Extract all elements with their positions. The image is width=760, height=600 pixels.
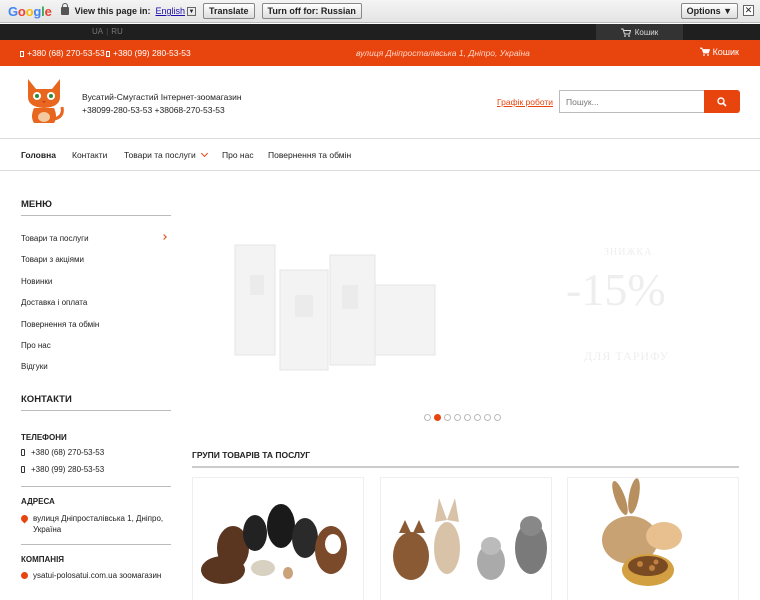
location-pin-icon	[19, 513, 30, 524]
nav-products[interactable]: Товари та послуги	[124, 149, 208, 160]
menu-item-products[interactable]: Товари та послуги	[21, 234, 89, 243]
cats-image	[393, 498, 547, 580]
chevron-down-icon[interactable]: ▼	[187, 6, 197, 16]
slider-dot[interactable]	[434, 414, 441, 421]
banner-bottom-text: ДЛЯ ТАРИФУ	[584, 349, 670, 363]
nav-returns[interactable]: Повернення та обмін	[268, 150, 351, 160]
groups-title: ГРУПИ ТОВАРІВ ТА ПОСЛУГ	[192, 450, 311, 460]
slider-dot[interactable]	[464, 414, 471, 421]
cart-button[interactable]: Кошик	[699, 47, 739, 57]
company-title: КОМПАНІЯ	[21, 555, 65, 564]
address-title: АДРЕСА	[21, 497, 55, 506]
cart-icon	[699, 47, 710, 56]
menu-item-about[interactable]: Про нас	[21, 341, 51, 350]
divider	[0, 170, 760, 171]
slider-dot[interactable]	[444, 414, 451, 421]
sidebar-address: вулиця Дніпросталівська 1, Дніпро, Украї…	[19, 513, 171, 535]
banner-top-text: ЗНИЖКА	[604, 247, 653, 258]
cart-label: Кошик	[712, 47, 739, 57]
nav-home[interactable]: Головна	[21, 150, 56, 160]
divider	[192, 466, 739, 468]
slider-dot[interactable]	[424, 414, 431, 421]
menu-title: МЕНЮ	[21, 199, 52, 210]
sidebar-phone-2[interactable]: +380 (99) 280-53-53	[21, 465, 104, 474]
divider	[0, 138, 760, 139]
language-select[interactable]: English	[155, 6, 185, 16]
close-icon[interactable]: ✕	[743, 5, 754, 16]
options-button[interactable]: Options ▼	[680, 3, 738, 19]
slider-dot[interactable]	[474, 414, 481, 421]
banner-discount: -15%	[566, 264, 666, 315]
slider-dot[interactable]	[484, 414, 491, 421]
rodents-image	[602, 478, 682, 586]
chevron-right-icon	[161, 234, 167, 240]
translate-prompt: View this page in:	[74, 6, 151, 16]
divider	[21, 544, 171, 545]
shop-name: Вусатий-Смугастий Інтернет-зоомагазин +3…	[82, 92, 242, 115]
menu-item-reviews[interactable]: Відгуки	[21, 362, 48, 371]
nav-products-label: Товари та послуги	[124, 150, 196, 160]
slider-dots	[424, 414, 501, 421]
phone-icon	[21, 449, 25, 457]
menu-item-returns[interactable]: Повернення та обмін	[21, 320, 99, 329]
slider-dot[interactable]	[454, 414, 461, 421]
language-switch: UA | RU	[92, 27, 123, 36]
lock-icon	[60, 3, 69, 15]
phone-icon	[106, 50, 110, 57]
top-cart-label: Кошик	[634, 27, 659, 37]
nav-about[interactable]: Про нас	[222, 150, 254, 160]
address-text: вулиця Дніпросталівська 1, Дніпро, Украї…	[356, 48, 530, 58]
divider	[21, 486, 171, 487]
sidebar-company: ysatui-polosatui.com.ua зоомагазин	[21, 571, 161, 580]
google-logo: Google	[8, 3, 52, 19]
phone-icon	[21, 466, 25, 474]
phone-icon	[20, 50, 24, 57]
cat-logo[interactable]	[22, 75, 66, 127]
turn-off-button[interactable]: Turn off for: Russian	[261, 3, 362, 19]
contacts-title: КОНТАКТИ	[21, 394, 72, 405]
group-card-rodents[interactable]	[567, 477, 739, 600]
cart-icon	[620, 28, 631, 37]
search-icon	[717, 96, 727, 107]
contact-bar: +380 (68) 270-53-53 +380 (99) 280-53-53 …	[0, 40, 760, 66]
menu-item-new[interactable]: Новинки	[21, 277, 52, 286]
search-button[interactable]	[704, 90, 740, 113]
menu-item-sales[interactable]: Товари з акціями	[21, 255, 84, 264]
paw-icon	[21, 572, 28, 580]
chevron-down-icon	[200, 149, 208, 158]
schedule-link[interactable]: Графік роботи	[497, 97, 553, 107]
group-card-dogs[interactable]	[192, 477, 364, 600]
translate-button[interactable]: Translate	[203, 3, 255, 19]
sidebar-phone-1[interactable]: +380 (68) 270-53-53	[21, 448, 104, 457]
divider	[21, 215, 171, 216]
search-input[interactable]	[559, 90, 705, 113]
top-cart-button[interactable]: Кошик	[596, 24, 683, 40]
lang-ua-link[interactable]: UA	[92, 27, 103, 36]
phones-title: ТЕЛЕФОНИ	[21, 433, 67, 442]
phone-link-1[interactable]: +380 (68) 270-53-53	[20, 48, 105, 58]
phone-link-2[interactable]: +380 (99) 280-53-53	[106, 48, 191, 58]
translate-bar: Google View this page in: English ▼ Tran…	[0, 0, 760, 23]
nav-contacts[interactable]: Контакти	[72, 150, 107, 160]
top-strip: UA | RU Кошик	[0, 24, 760, 40]
lang-ru-link[interactable]: RU	[111, 27, 123, 36]
slider-dot[interactable]	[494, 414, 501, 421]
group-card-cats[interactable]	[380, 477, 552, 600]
dogs-image	[201, 504, 347, 584]
menu-item-delivery[interactable]: Доставка і оплата	[21, 298, 87, 307]
divider	[21, 410, 171, 411]
